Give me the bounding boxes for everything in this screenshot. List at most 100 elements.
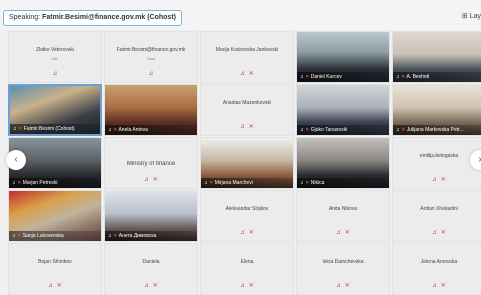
participant-name: Anela Antova <box>118 127 148 133</box>
participant-role: Me <box>52 56 58 61</box>
participant-status-icons: ♫ ✕ <box>393 176 481 183</box>
participant-tile[interactable]: emilija.belogaska ♫ ✕ <box>392 137 481 189</box>
participant-tile[interactable]: ♫ ✕ Анета Димовска <box>104 190 198 242</box>
participant-tile[interactable]: ♫ ✕ Nikica <box>296 137 390 189</box>
previous-page-button[interactable]: ‹ <box>6 150 26 170</box>
participant-name: Iskra Damchevska <box>322 259 364 265</box>
participant-label: ♫ ✕ Mirjana Marchevi <box>201 178 293 188</box>
speaker-icon: ♫ <box>148 71 154 77</box>
mic-off-icon: ✕ <box>152 283 158 289</box>
participant-label: ♫ ✕ Gjoko Tanasoski <box>297 125 389 135</box>
speaker-icon: ♫ <box>432 283 437 289</box>
participant-tile[interactable]: Jelena Arsovska ♫ ✕ <box>392 243 481 295</box>
participant-tile[interactable]: Bojan Shimbov ♫ ✕ <box>8 243 102 295</box>
participant-status-icons: ♫ ✕ <box>201 123 293 130</box>
participant-tile[interactable]: ♫ ✕ Daniel Kurcev <box>296 31 390 83</box>
participant-name: Gjoko Tanasoski <box>310 127 348 133</box>
speaker-icon: ♫ <box>336 283 341 289</box>
layout-label: Lay <box>469 13 481 20</box>
speaking-indicator: Speaking: Fatmir.Besimi@finance.gov.mk (… <box>3 10 182 26</box>
meeting-toolbar: Speaking: Fatmir.Besimi@finance.gov.mk (… <box>0 0 481 30</box>
participant-tile[interactable]: Marija Koskovska Jankovski ♫ ✕ <box>200 31 294 83</box>
participant-tile[interactable]: Elena ♫ ✕ <box>200 243 294 295</box>
mic-off-icon: ✕ <box>248 71 254 77</box>
participant-name: Mirjana Marchevi <box>214 180 253 186</box>
speaking-name: Fatmir.Besimi@finance.gov.mk (Cohost) <box>42 14 176 21</box>
participant-status-icons: ♫ <box>9 71 101 77</box>
participant-tile[interactable]: ♫ ✕ Gjoko Tanasoski <box>296 84 390 136</box>
participant-label: ♫ ✕ Julijana Markovska Petr... <box>393 125 481 135</box>
speaker-icon: ♫ <box>52 71 58 77</box>
participant-label: ♫ ✕ Daniel Kurcev <box>297 72 389 82</box>
speaker-icon: ♫ <box>240 71 245 77</box>
participant-tile[interactable]: Anita Nikova ♫ ✕ <box>296 190 390 242</box>
participant-status-icons: ♫ ✕ <box>393 229 481 236</box>
participant-name: Daniela <box>142 259 160 265</box>
mic-off-icon: ✕ <box>56 283 62 289</box>
participant-name: Anita Nikova <box>328 206 358 212</box>
participant-status-icons: ♫ <box>105 71 197 77</box>
participant-label: ♫ ✕ Marjan Petreski <box>9 178 101 188</box>
participant-grid: Zlatko Veterovski Me ♫ Fatmir.Besimi@financ… <box>8 31 481 295</box>
participant-label: ♫ ✕ Sanja Lukovenska <box>9 231 101 241</box>
participant-tile[interactable]: Ardian Xhelaidini ♫ ✕ <box>392 190 481 242</box>
participant-name: Анета Димовска <box>118 233 157 239</box>
speaker-icon: ♫ <box>240 283 245 289</box>
participant-name: Daniel Kurcev <box>310 74 342 80</box>
participant-name: emilija.belogaska <box>419 153 459 159</box>
participant-tile[interactable]: Aleksandar Stojkov ♫ ✕ <box>200 190 294 242</box>
speaker-icon: ♫ <box>144 283 149 289</box>
mic-off-icon: ✕ <box>248 124 254 130</box>
speaker-icon: ♫ <box>240 124 245 130</box>
participant-tile[interactable]: Anastas Mazenkovski ♫ ✕ <box>200 84 294 136</box>
speaker-icon: ♫ <box>336 230 341 236</box>
participant-role: Host <box>146 56 156 61</box>
grid-icon: ⊞ <box>461 13 468 20</box>
participant-name: Bojan Shimbov <box>38 259 72 265</box>
participant-name: Elena <box>240 259 254 265</box>
participant-name: Marija Koskovska Jankovski <box>215 47 279 53</box>
speaking-prefix: Speaking: <box>9 14 41 21</box>
participant-tile[interactable]: ♫ ✕ Fatmir.Besimi (Cohost) <box>8 84 102 136</box>
participant-name: Aleksandar Stojkov <box>225 206 269 212</box>
participant-label: ♫ ✕ Fatmir.Besimi (Cohost) <box>10 124 100 134</box>
participant-tile[interactable]: ♫ ✕ Julijana Markovska Petr... <box>392 84 481 136</box>
participant-tile[interactable]: Iskra Damchevska ♫ ✕ <box>296 243 390 295</box>
mic-off-icon: ✕ <box>344 283 350 289</box>
mic-off-icon: ✕ <box>440 283 446 289</box>
mic-off-icon: ✕ <box>440 230 446 236</box>
mic-off-icon: ✕ <box>440 177 446 183</box>
mic-off-icon: ✕ <box>248 283 254 289</box>
participant-name: Sanja Lukovenska <box>22 233 64 239</box>
participant-tile[interactable]: ♫ ✕ Mirjana Marchevi <box>200 137 294 189</box>
participant-name: Jelena Arsovska <box>420 259 458 265</box>
participant-name: Zlatko Veterovski <box>35 47 75 53</box>
mic-off-icon: ✕ <box>248 230 254 236</box>
participant-name: Fatmir.Besimi@finance.gov.mk <box>116 47 186 53</box>
participant-tile[interactable]: ♫ ✕ A. Besheti <box>392 31 481 83</box>
participant-name: Julijana Markovska Petr... <box>406 127 464 133</box>
participant-label: ♫ ✕ Anela Antova <box>105 125 197 135</box>
speaker-icon: ♫ <box>144 177 149 183</box>
participant-name: Nikica <box>310 180 325 186</box>
participant-name: Ministry of finance <box>126 161 176 167</box>
speaker-icon: ♫ <box>432 230 437 236</box>
participant-status-icons: ♫ ✕ <box>201 70 293 77</box>
participant-tile[interactable]: ♫ ✕ Sanja Lukovenska <box>8 190 102 242</box>
speaker-icon: ♫ <box>48 283 53 289</box>
participant-label: ♫ ✕ Анета Димовска <box>105 231 197 241</box>
participant-name: A. Besheti <box>406 74 430 80</box>
layout-button[interactable]: ⊞ Lay <box>462 12 481 20</box>
participant-tile[interactable]: ♫ ✕ Anela Antova <box>104 84 198 136</box>
participant-status-icons: ♫ ✕ <box>297 229 389 236</box>
participant-name: Marjan Petreski <box>22 180 58 186</box>
participant-tile[interactable]: Ministry of finance ♫ ✕ <box>104 137 198 189</box>
participant-label: ♫ ✕ Nikica <box>297 178 389 188</box>
participant-status-icons: ♫ ✕ <box>201 229 293 236</box>
participant-tile[interactable]: Zlatko Veterovski Me ♫ <box>8 31 102 83</box>
participant-tile[interactable]: Daniela ♫ ✕ <box>104 243 198 295</box>
speaker-icon: ♫ <box>432 177 437 183</box>
mic-off-icon: ✕ <box>344 230 350 236</box>
participant-tile[interactable]: Fatmir.Besimi@finance.gov.mk Host ♫ <box>104 31 198 83</box>
participant-name: Anastas Mazenkovski <box>222 100 272 106</box>
